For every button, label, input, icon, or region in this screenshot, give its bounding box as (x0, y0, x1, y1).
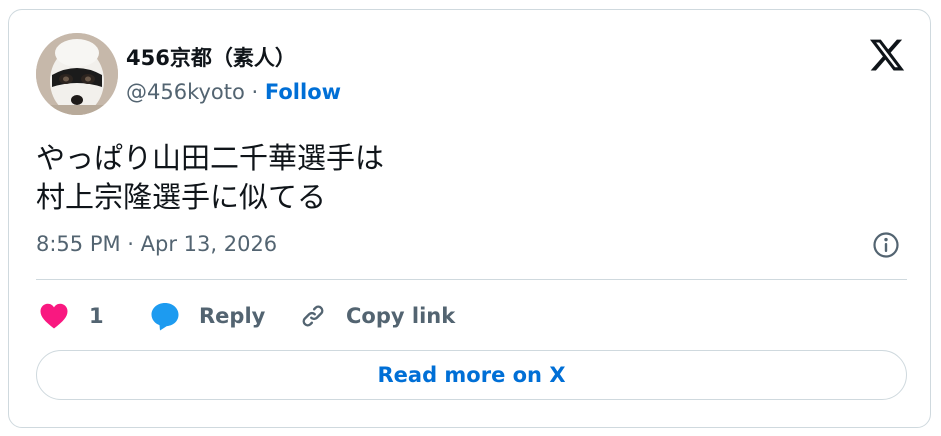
reply-label: Reply (199, 304, 266, 328)
divider (36, 279, 907, 280)
author-handle[interactable]: @456kyoto (126, 80, 245, 104)
reply-button[interactable]: Reply (149, 298, 265, 334)
link-icon (298, 301, 328, 331)
tweet-text-line-1: やっぱり山田二千華選手は (36, 141, 385, 175)
avatar[interactable] (36, 33, 118, 115)
author-display-name[interactable]: 456京都（素人） (126, 42, 296, 72)
like-button[interactable]: 1 (39, 298, 104, 334)
read-more-button[interactable]: Read more on X (36, 350, 907, 400)
embedded-tweet-card: 456京都（素人） @456kyoto · Follow やっぱり山田二千華選手… (8, 9, 931, 428)
speech-bubble-icon (149, 300, 181, 332)
info-icon[interactable] (872, 231, 900, 259)
handle-separator: · (244, 80, 265, 104)
tweet-timestamp[interactable]: 8:55 PM · Apr 13, 2026 (36, 232, 277, 256)
tweet-text: やっぱり山田二千華選手は 村上宗隆選手に似てる (36, 139, 384, 217)
copy-link-button[interactable]: Copy link (298, 298, 455, 334)
follow-link[interactable]: Follow (265, 80, 341, 104)
x-logo-icon[interactable] (868, 36, 906, 74)
heart-icon (39, 302, 69, 330)
balaclava-avatar-image (36, 33, 118, 115)
like-count: 1 (89, 304, 104, 328)
tweet-text-line-2: 村上宗隆選手に似てる (36, 180, 327, 214)
copy-link-label: Copy link (346, 304, 456, 328)
author-handle-line: @456kyoto · Follow (126, 80, 341, 104)
